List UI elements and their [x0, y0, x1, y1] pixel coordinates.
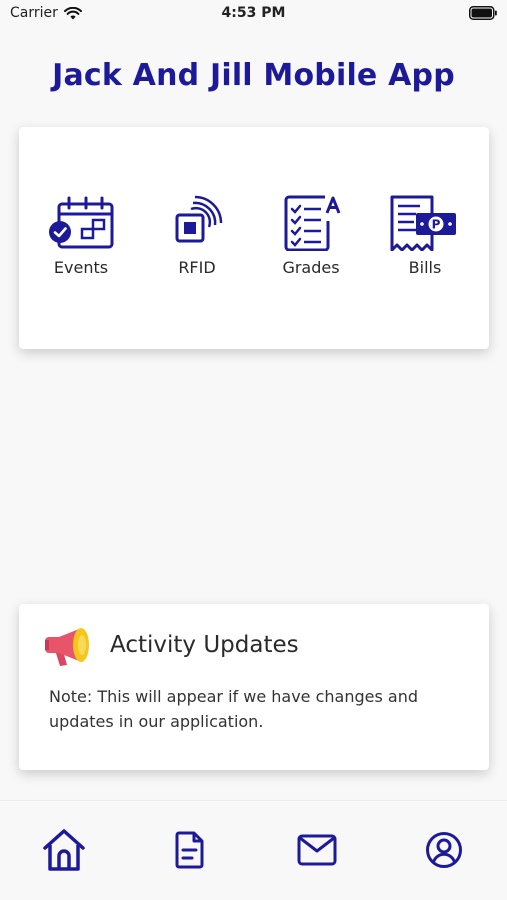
nav-profile-button[interactable] — [425, 831, 463, 873]
grades-icon — [284, 195, 341, 251]
status-bar: Carrier 4:53 PM — [0, 0, 507, 28]
nav-documents-button[interactable] — [175, 831, 205, 873]
bottom-nav — [0, 800, 507, 900]
menu-item-grades[interactable]: Grades — [263, 195, 359, 277]
home-icon — [43, 829, 85, 871]
calendar-icon — [49, 196, 114, 249]
nav-mail-button[interactable] — [297, 834, 337, 870]
rfid-icon — [175, 195, 223, 243]
menu-label-events: Events — [53, 258, 109, 277]
menu-item-events[interactable]: Events — [33, 195, 129, 277]
bills-icon: P — [390, 195, 456, 251]
page-title: Jack And Jill Mobile App — [52, 58, 455, 93]
document-icon — [175, 831, 204, 869]
menu-item-bills[interactable]: P Bills — [377, 195, 473, 277]
menu-label-rfid: RFID — [178, 258, 216, 277]
battery-icon — [469, 6, 497, 20]
nav-home-button[interactable] — [41, 827, 87, 877]
profile-icon — [426, 832, 462, 868]
clock: 4:53 PM — [221, 5, 286, 21]
menu-label-grades: Grades — [282, 258, 340, 277]
activity-updates-title: Activity Updates — [110, 632, 299, 658]
activity-updates-note: Note: This will appear if we have change… — [49, 687, 418, 731]
mail-icon — [297, 834, 337, 866]
svg-text:P: P — [432, 218, 441, 232]
menu-item-rfid[interactable]: RFID — [149, 195, 245, 277]
menu-label-bills: Bills — [408, 258, 442, 277]
menu-card: Events RFID Grades P Bills — [19, 127, 489, 349]
activity-updates-card: Activity Updates Note: This will appear … — [19, 604, 489, 770]
megaphone-icon — [45, 628, 89, 666]
